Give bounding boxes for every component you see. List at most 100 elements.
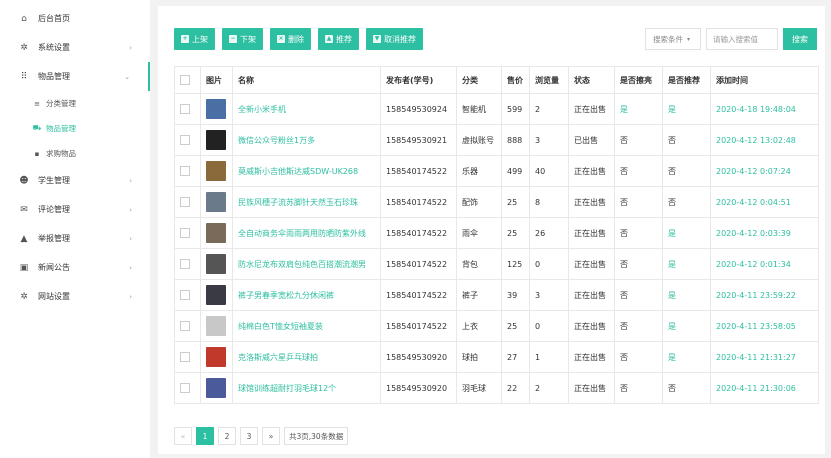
polished-cell[interactable]: 否	[614, 248, 663, 280]
item-name-link[interactable]: 纯棉白色T恤女短袖夏装	[232, 310, 381, 342]
row-checkbox[interactable]	[180, 104, 190, 114]
polished-cell[interactable]: 否	[614, 310, 663, 342]
prev-page-button[interactable]: «	[174, 427, 192, 445]
toolbar-button-4[interactable]: ▼ 取消推荐	[366, 28, 423, 50]
warning-icon: ▲	[20, 233, 28, 244]
chevron-icon: ›	[129, 43, 132, 52]
recommended-cell[interactable]: 是	[662, 279, 711, 311]
views-cell: 1	[529, 341, 569, 373]
toolbar-button-2[interactable]: × 删除	[270, 28, 311, 50]
search-button[interactable]: 搜索	[783, 28, 817, 50]
polished-cell[interactable]: 否	[614, 124, 663, 156]
row-select-cell	[174, 217, 201, 249]
search-input[interactable]	[706, 28, 778, 50]
recommended-cell[interactable]: 否	[662, 124, 711, 156]
row-checkbox[interactable]	[180, 228, 190, 238]
table-row[interactable]: 莫威斯小吉他斯达威SDW-UK268 158540174522 乐器 499 40 正在出…	[174, 155, 819, 187]
table-row[interactable]: 球馆训练超耐打羽毛球12个 158549530920 羽毛球 22 2 正在出售否否 202…	[174, 372, 819, 404]
polished-cell[interactable]: 否	[614, 155, 663, 187]
sidebar-item-3[interactable]: ☻ 学生管理 ›	[0, 166, 150, 195]
polished-cell[interactable]: 否	[614, 217, 663, 249]
select-all-checkbox[interactable]	[180, 75, 190, 85]
item-name-link[interactable]: 微信公众号粉丝1万多	[232, 124, 381, 156]
status-cell: 正在出售	[568, 279, 615, 311]
sidebar-subitem-label: 分类管理	[46, 99, 76, 108]
added-time-cell: 2020-4-12 0:01:34	[710, 248, 819, 280]
page-button-1[interactable]: 1	[196, 427, 214, 445]
sidebar-subitem-0[interactable]: ≡ 分类管理	[0, 91, 150, 116]
row-checkbox[interactable]	[180, 321, 190, 331]
sidebar-item-7[interactable]: ✲ 网站设置 ›	[0, 282, 150, 311]
item-name-link[interactable]: 莫威斯小吉他斯达威SDW-UK268	[232, 155, 381, 187]
table-row[interactable]: 民族风穗子流苏脚针天然玉石珍珠 158540174522 配饰 25 8 正在出售否否 20…	[174, 186, 819, 218]
table-row[interactable]: 裤子男春季宽松九分休闲裤 158540174522 裤子 39 3 正在出售否是 2020-…	[174, 279, 819, 311]
toolbar-button-label: 下架	[240, 34, 256, 44]
toolbar-button-3[interactable]: ▲ 推荐	[318, 28, 359, 50]
recommended-cell[interactable]: 否	[662, 155, 711, 187]
table-row[interactable]: 全新小米手机 158549530924 智能机 599 2 正在出售是是 2020-4-18…	[174, 93, 819, 125]
recommended-cell[interactable]: 是	[662, 248, 711, 280]
sidebar-item-4[interactable]: ✉ 评论管理 ›	[0, 195, 150, 224]
polished-cell[interactable]: 否	[614, 279, 663, 311]
recommended-cell[interactable]: 否	[662, 372, 711, 404]
item-name-link[interactable]: 全新小米手机	[232, 93, 381, 125]
added-time-cell: 2020-4-12 0:07:24	[710, 155, 819, 187]
sidebar-subitem-2[interactable]: ▪ 求购物品	[0, 141, 150, 166]
page-button-3[interactable]: 3	[240, 427, 258, 445]
row-checkbox[interactable]	[180, 383, 190, 393]
row-checkbox[interactable]	[180, 135, 190, 145]
toolbar-button-1[interactable]: − 下架	[222, 28, 263, 50]
sidebar-item-6[interactable]: ▣ 新闻公告 ›	[0, 253, 150, 282]
price-cell: 22	[501, 372, 530, 404]
recommended-cell[interactable]: 否	[662, 186, 711, 218]
thumbnail-cell	[200, 248, 233, 280]
recommended-cell[interactable]: 是	[662, 310, 711, 342]
table-row[interactable]: 微信公众号粉丝1万多 158549530921 虚拟账号 888 3 已出售否否 2020-…	[174, 124, 819, 156]
sidebar-item-2[interactable]: ⠿ 物品管理 ⌄	[0, 62, 150, 91]
main-panel: +上架 −下架 ×删除 ▲推荐 ▼取消推荐 搜索条件 ▾ 搜索 图片名称发布者(学号)分…	[158, 6, 825, 454]
recommended-cell[interactable]: 是	[662, 341, 711, 373]
sidebar-item-5[interactable]: ▲ 举报管理 ›	[0, 224, 150, 253]
toolbar-button-0[interactable]: + 上架	[174, 28, 215, 50]
item-thumbnail	[206, 192, 226, 212]
polished-cell[interactable]: 否	[614, 186, 663, 218]
item-name-link[interactable]: 球馆训练超耐打羽毛球12个	[232, 372, 381, 404]
table-row[interactable]: 防水尼龙布双肩包纯色百搭潮流潮男 158540174522 背包 125 0 正在出售否是…	[174, 248, 819, 280]
added-time-cell: 2020-4-18 19:48:04	[710, 93, 819, 125]
item-name-link[interactable]: 全自动商务伞雨雨两用防晒防紫外线	[232, 217, 381, 249]
table-row[interactable]: 全自动商务伞雨雨两用防晒防紫外线 158540174522 雨伞 25 26 正在出售否是…	[174, 217, 819, 249]
thumb-down-icon: ▼	[373, 35, 381, 43]
category-cell: 背包	[456, 248, 502, 280]
item-name-link[interactable]: 克洛斯威六星乒乓球拍	[232, 341, 381, 373]
added-time-cell: 2020-4-12 13:02:48	[710, 124, 819, 156]
item-name-link[interactable]: 民族风穗子流苏脚针天然玉石珍珠	[232, 186, 381, 218]
row-checkbox[interactable]	[180, 197, 190, 207]
news-icon: ▣	[19, 262, 29, 273]
sidebar-item-label: 学生管理	[38, 176, 70, 185]
category-cell: 裤子	[456, 279, 502, 311]
next-page-button[interactable]: »	[262, 427, 280, 445]
polished-cell[interactable]: 是	[614, 93, 663, 125]
views-cell: 8	[529, 186, 569, 218]
sidebar-item-1[interactable]: ✲ 系统设置 ›	[0, 33, 150, 62]
sidebar-item-0[interactable]: ⌂ 后台首页	[0, 4, 150, 33]
item-name-link[interactable]: 裤子男春季宽松九分休闲裤	[232, 279, 381, 311]
row-checkbox[interactable]	[180, 166, 190, 176]
recommended-cell[interactable]: 是	[662, 217, 711, 249]
item-thumbnail	[206, 378, 226, 398]
views-cell: 3	[529, 124, 569, 156]
sidebar-subitem-1[interactable]: ⛟ 物品管理	[0, 116, 150, 141]
polished-cell[interactable]: 否	[614, 372, 663, 404]
views-cell: 0	[529, 310, 569, 342]
polished-cell[interactable]: 否	[614, 341, 663, 373]
item-name-link[interactable]: 防水尼龙布双肩包纯色百搭潮流潮男	[232, 248, 381, 280]
row-select-cell	[174, 93, 201, 125]
table-row[interactable]: 克洛斯威六星乒乓球拍 158549530920 球拍 27 1 正在出售否是 2020-4-…	[174, 341, 819, 373]
recommended-cell[interactable]: 是	[662, 93, 711, 125]
row-checkbox[interactable]	[180, 259, 190, 269]
search-condition-select[interactable]: 搜索条件 ▾	[645, 28, 701, 50]
table-row[interactable]: 纯棉白色T恤女短袖夏装 158540174522 上衣 25 0 正在出售否是 2020-4…	[174, 310, 819, 342]
page-button-2[interactable]: 2	[218, 427, 236, 445]
row-checkbox[interactable]	[180, 290, 190, 300]
row-checkbox[interactable]	[180, 352, 190, 362]
